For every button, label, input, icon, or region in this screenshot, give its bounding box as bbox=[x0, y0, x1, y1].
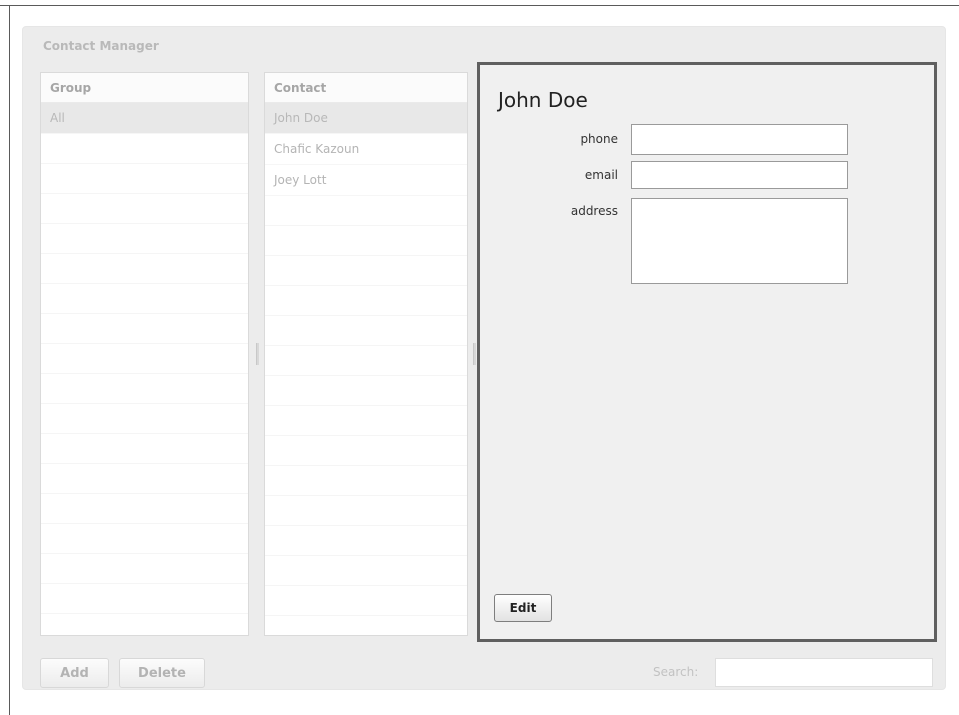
list-empty-row bbox=[265, 376, 467, 406]
list-empty-row bbox=[265, 346, 467, 376]
list-empty-row bbox=[41, 554, 248, 584]
address-field[interactable] bbox=[631, 198, 848, 284]
contact-item-chafic-kazoun[interactable]: Chafic Kazoun bbox=[265, 134, 467, 165]
phone-label: phone bbox=[580, 132, 618, 146]
window-top-border bbox=[0, 5, 959, 6]
list-empty-row bbox=[265, 196, 467, 226]
contact-item-john-doe[interactable]: John Doe bbox=[265, 103, 467, 134]
address-label: address bbox=[570, 204, 618, 218]
list-empty-row bbox=[41, 134, 248, 164]
list-empty-row bbox=[265, 286, 467, 316]
search-input[interactable] bbox=[715, 658, 933, 687]
group-contact-resize-handle[interactable] bbox=[256, 343, 259, 365]
list-empty-row bbox=[41, 584, 248, 614]
contact-detail-panel: John Doe phone email address Edit bbox=[477, 62, 937, 642]
list-empty-row bbox=[41, 224, 248, 254]
list-empty-row bbox=[265, 256, 467, 286]
contact-column-header[interactable]: Contact bbox=[265, 73, 467, 103]
contact-name-heading: John Doe bbox=[498, 88, 588, 112]
list-empty-row bbox=[265, 436, 467, 466]
list-empty-row bbox=[265, 406, 467, 436]
list-empty-row bbox=[41, 344, 248, 374]
list-empty-row bbox=[41, 524, 248, 554]
list-empty-row bbox=[41, 164, 248, 194]
contact-list[interactable]: Contact John Doe Chafic Kazoun Joey Lott bbox=[264, 72, 468, 636]
list-empty-row bbox=[41, 254, 248, 284]
list-empty-row bbox=[265, 496, 467, 526]
window-left-border bbox=[9, 5, 10, 715]
list-empty-row bbox=[265, 466, 467, 496]
list-empty-row bbox=[265, 526, 467, 556]
group-column-header[interactable]: Group bbox=[41, 73, 248, 103]
list-empty-row bbox=[265, 226, 467, 256]
list-empty-row bbox=[265, 556, 467, 586]
contact-manager-app: Contact Manager Group All Contact John D… bbox=[22, 26, 946, 690]
contact-item-joey-lott[interactable]: Joey Lott bbox=[265, 165, 467, 196]
list-empty-row bbox=[41, 494, 248, 524]
group-list[interactable]: Group All bbox=[40, 72, 249, 636]
phone-field[interactable] bbox=[631, 124, 848, 155]
group-item-all[interactable]: All bbox=[41, 103, 248, 134]
list-empty-row bbox=[265, 316, 467, 346]
list-empty-row bbox=[41, 314, 248, 344]
list-empty-row bbox=[41, 464, 248, 494]
email-label: email bbox=[584, 168, 618, 182]
contact-detail-resize-handle[interactable] bbox=[473, 343, 476, 365]
list-empty-row bbox=[41, 194, 248, 224]
delete-button[interactable]: Delete bbox=[119, 658, 205, 688]
list-empty-row bbox=[41, 434, 248, 464]
list-empty-row bbox=[265, 586, 467, 616]
add-button[interactable]: Add bbox=[40, 658, 109, 688]
edit-button[interactable]: Edit bbox=[494, 594, 552, 622]
list-empty-row bbox=[41, 284, 248, 314]
app-title: Contact Manager bbox=[43, 39, 159, 53]
search-label: Search: bbox=[653, 665, 699, 679]
email-field[interactable] bbox=[631, 161, 848, 189]
list-empty-row bbox=[41, 404, 248, 434]
list-empty-row bbox=[41, 374, 248, 404]
